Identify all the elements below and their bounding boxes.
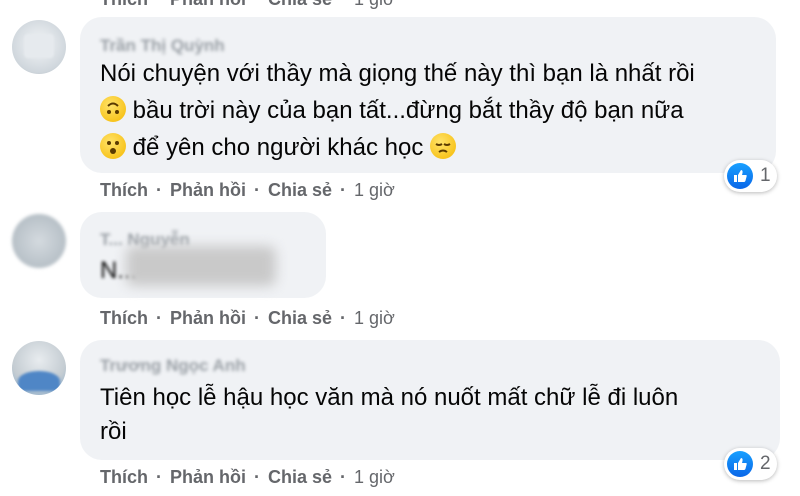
separator: · (156, 466, 162, 487)
reaction-summary[interactable]: 2 (724, 448, 777, 480)
comment-text: để yên cho người khác học (126, 134, 430, 161)
upside-down-face-emoji-icon (100, 96, 126, 122)
avatar[interactable] (12, 214, 66, 268)
avatar-image (18, 371, 60, 391)
like-link[interactable]: Thích (100, 308, 148, 329)
separator: · (156, 0, 162, 10)
like-link[interactable]: Thích (100, 467, 148, 488)
reply-link[interactable]: Phản hồi (170, 180, 246, 201)
share-link[interactable]: Chia sẻ (268, 308, 332, 329)
reply-link[interactable]: Phản hồi (170, 467, 246, 488)
comment-text: bầu trời này của bạn tất...đừng bắt thầy… (126, 97, 684, 124)
like-link[interactable]: Thích (100, 0, 148, 10)
separator: · (254, 307, 260, 328)
separator: · (340, 466, 347, 487)
separator: · (340, 0, 346, 10)
share-link[interactable]: Chia sẻ (268, 180, 332, 201)
like-icon (727, 163, 753, 189)
comment-author[interactable]: Trương Ngọc Anh (100, 356, 246, 376)
avatar-image (24, 34, 54, 58)
comment-text: Tiên học lễ hậu học văn mà nó nuốt mất c… (100, 384, 679, 411)
comment-text: Nói chuyện với thầy mà giọng thế này thì… (100, 60, 695, 87)
timestamp[interactable]: 1 giờ (354, 0, 395, 10)
avatar[interactable] (12, 341, 66, 395)
pensive-face-emoji-icon (429, 133, 456, 159)
reaction-count: 1 (760, 165, 771, 186)
like-link[interactable]: Thích (100, 180, 148, 201)
action-row: Thích · Phản hồi · Chia sẻ · 1 giờ (100, 179, 395, 201)
comment-text-line: bầu trời này của bạn tất...đừng bắt thầy… (100, 92, 684, 130)
timestamp[interactable]: 1 giờ (354, 180, 395, 201)
reaction-count: 2 (760, 453, 771, 474)
separator: · (254, 0, 260, 10)
comment-author[interactable]: Trần Thị Quỳnh (100, 36, 225, 56)
separator: · (340, 179, 347, 200)
like-icon (727, 451, 753, 477)
reply-link[interactable]: Phản hồi (170, 308, 246, 329)
comment-text-line: Nói chuyện với thầy mà giọng thế này thì… (100, 55, 695, 93)
share-link[interactable]: Chia sẻ (268, 0, 332, 10)
share-link[interactable]: Chia sẻ (268, 467, 332, 488)
separator: · (254, 179, 260, 200)
comment-text: rồi (100, 418, 127, 445)
separator: · (254, 466, 260, 487)
avatar[interactable] (12, 20, 66, 74)
separator: · (340, 307, 347, 328)
action-row: Thích · Phản hồi · Chia sẻ · 1 giờ (100, 466, 395, 488)
timestamp[interactable]: 1 giờ (354, 467, 395, 488)
comment-text-line: Tiên học lễ hậu học văn mà nó nuốt mất c… (100, 379, 678, 417)
separator: · (156, 179, 162, 200)
timestamp[interactable]: 1 giờ (354, 308, 395, 329)
reaction-summary[interactable]: 1 (724, 160, 777, 192)
hushed-face-emoji-icon (100, 133, 126, 159)
separator: · (156, 307, 162, 328)
reply-link[interactable]: Phản hồi (170, 0, 246, 10)
action-row-top: Thích · Phản hồi · Chia sẻ · 1 giờ (100, 0, 395, 10)
comment-text-line: để yên cho người khác học (100, 129, 456, 167)
comment-text-line: rồi (100, 413, 127, 451)
action-row: Thích · Phản hồi · Chia sẻ · 1 giờ (100, 307, 395, 329)
redaction-blur (126, 246, 276, 286)
